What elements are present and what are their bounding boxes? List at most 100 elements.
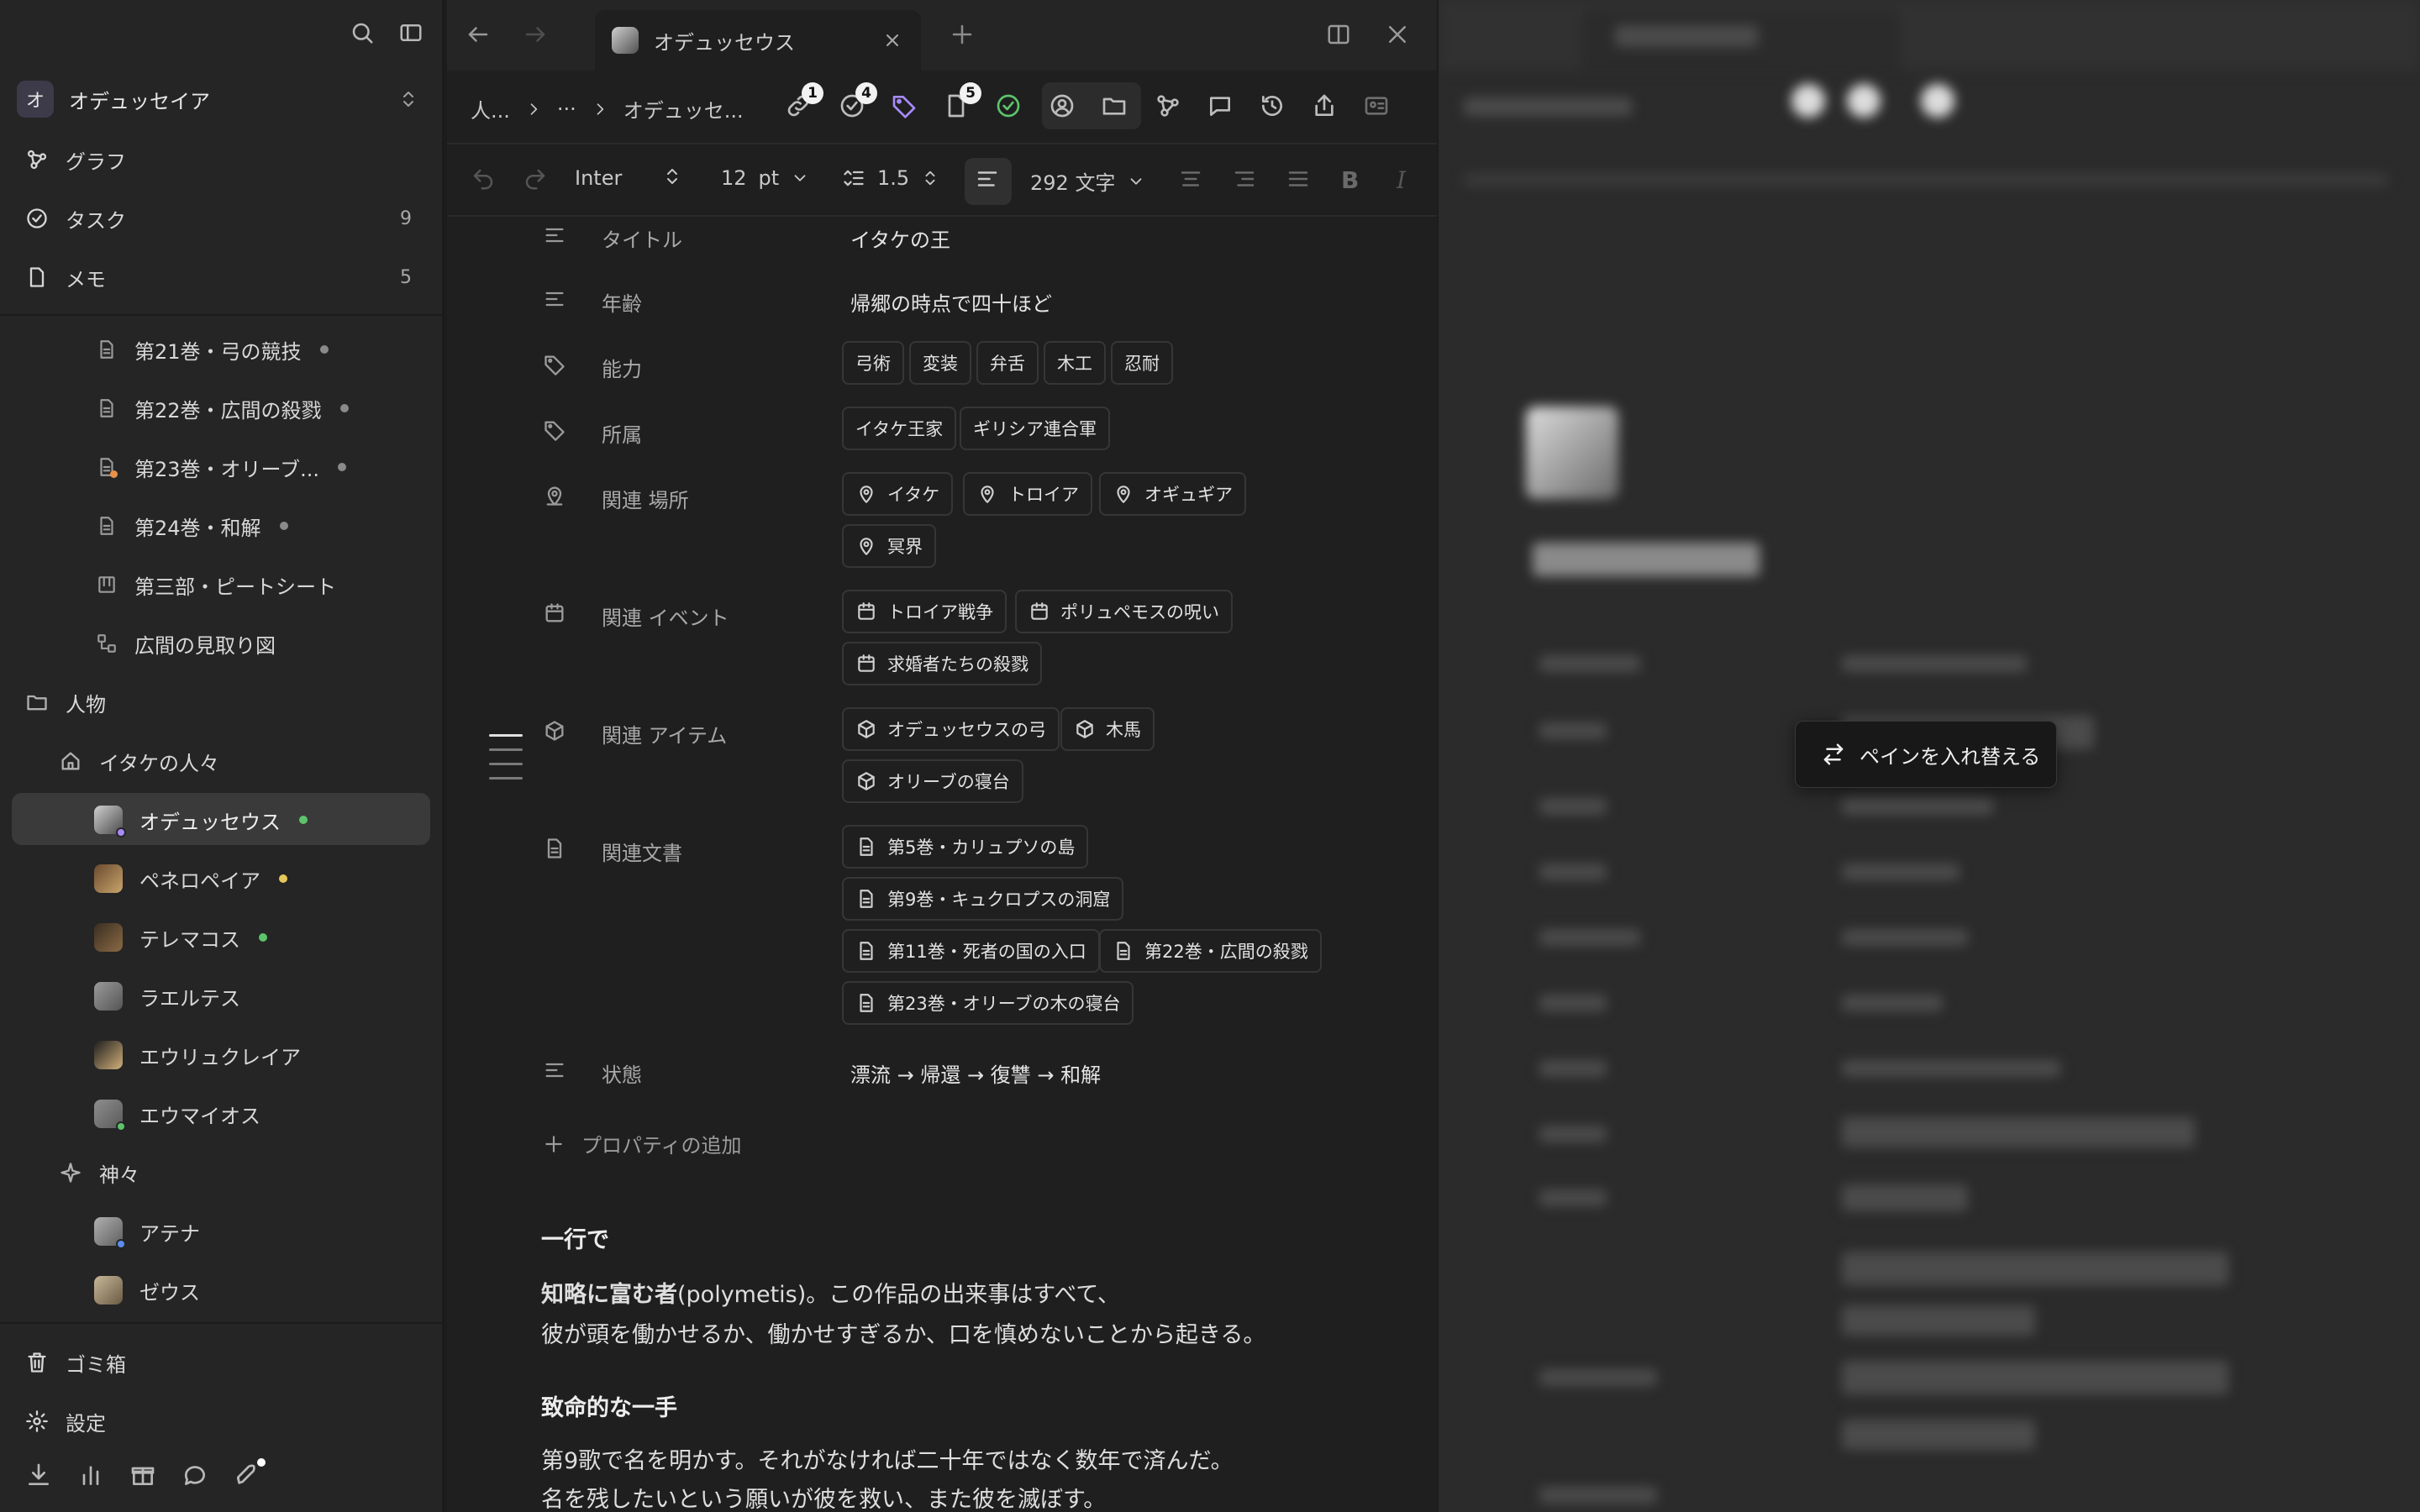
outline-indicator[interactable] bbox=[489, 734, 523, 791]
nav-graph[interactable]: グラフ bbox=[25, 143, 412, 176]
chip-label: オギュギア bbox=[1144, 485, 1233, 505]
tree-item-person[interactable]: テレマコス bbox=[94, 914, 267, 961]
line-height-select[interactable]: 1.5 bbox=[842, 166, 939, 190]
doc-chip[interactable]: 第5巻・カリュプソの島 bbox=[842, 825, 1089, 869]
link-icon[interactable]: 1 bbox=[785, 82, 823, 119]
property-value-status[interactable]: 漂流 → 帰還 → 復讐 → 和解 bbox=[850, 1058, 1101, 1088]
back-arrow-icon[interactable] bbox=[466, 22, 491, 47]
text-lines-icon bbox=[543, 1058, 566, 1082]
new-tab-icon[interactable] bbox=[950, 22, 975, 47]
tree-group-gods[interactable]: 神々 bbox=[59, 1149, 139, 1196]
font-size-select[interactable]: 12 pt bbox=[721, 166, 809, 190]
item-chip[interactable]: 木馬 bbox=[1060, 707, 1155, 751]
tree-item-person[interactable]: エウリュクレイア bbox=[94, 1032, 301, 1079]
breadcrumb-ellipsis[interactable]: ··· bbox=[557, 97, 576, 121]
doc-chip[interactable]: 第9巻・キュクロプスの洞窟 bbox=[842, 877, 1124, 921]
breadcrumb-current[interactable]: オデュッセ... bbox=[623, 94, 744, 123]
tab-odysseus[interactable]: オデュッセウス bbox=[595, 10, 921, 71]
tree-item-doc[interactable]: 第22巻・広間の殺戮 bbox=[96, 385, 349, 432]
swap-panes-button[interactable]: ペインを入れ替える bbox=[1795, 721, 2057, 788]
property-label: タイトル bbox=[602, 228, 682, 252]
place-chip[interactable]: 冥界 bbox=[842, 524, 936, 568]
doc-chip[interactable]: 第11巻・死者の国の入口 bbox=[842, 929, 1100, 973]
graph-icon[interactable] bbox=[1155, 92, 1181, 119]
align-left-icon[interactable] bbox=[975, 166, 1000, 192]
tag-icon[interactable] bbox=[891, 92, 918, 119]
property-value-title[interactable]: イタケの王 bbox=[850, 223, 950, 253]
font-size-unit: pt bbox=[758, 166, 780, 190]
event-chip[interactable]: トロイア戦争 bbox=[842, 590, 1007, 633]
person-circle-icon[interactable] bbox=[1049, 92, 1076, 119]
breadcrumb-root[interactable]: 人... bbox=[471, 94, 510, 123]
place-chip[interactable]: オギュギア bbox=[1099, 472, 1246, 516]
tasks-check-icon[interactable]: 4 bbox=[839, 82, 877, 119]
tree-item-person[interactable]: ゼウス bbox=[94, 1267, 200, 1314]
split-view-icon[interactable] bbox=[1326, 22, 1351, 47]
italic-icon[interactable]: I bbox=[1397, 166, 1406, 194]
tree-item-doc[interactable]: 第24巻・和解 bbox=[96, 502, 288, 549]
tree-group-ithaca[interactable]: イタケの人々 bbox=[59, 738, 219, 785]
folder-icon[interactable] bbox=[1101, 92, 1128, 119]
ability-chip[interactable]: 弁舌 bbox=[976, 341, 1039, 385]
item-chip[interactable]: オリーブの寝台 bbox=[842, 759, 1023, 803]
search-icon[interactable] bbox=[350, 20, 375, 45]
share-icon[interactable] bbox=[1311, 92, 1338, 119]
affiliation-chip[interactable]: イタケ王家 bbox=[842, 407, 957, 450]
breadcrumb: 人... ··· オデュッセ... bbox=[471, 94, 744, 123]
forward-arrow-icon[interactable] bbox=[523, 22, 548, 47]
tree-folder-people[interactable]: 人物 bbox=[25, 679, 106, 726]
place-chip[interactable]: トロイア bbox=[963, 472, 1092, 516]
tree-item-diagram[interactable]: 広間の見取り図 bbox=[96, 620, 276, 667]
item-chip[interactable]: オデュッセウスの弓 bbox=[842, 707, 1060, 751]
gift-icon[interactable] bbox=[129, 1462, 156, 1488]
rocket-icon[interactable] bbox=[234, 1458, 266, 1488]
nav-label: ゴミ箱 bbox=[66, 1352, 126, 1377]
undo-icon[interactable] bbox=[471, 166, 496, 192]
affiliation-chip[interactable]: ギリシア連合軍 bbox=[960, 407, 1110, 450]
tree-item-person[interactable]: ペネロペイア bbox=[94, 855, 287, 902]
status-check-icon[interactable] bbox=[995, 92, 1022, 119]
tree-item-doc[interactable]: 第21巻・弓の競技 bbox=[96, 326, 329, 373]
download-icon[interactable] bbox=[25, 1462, 52, 1488]
font-select[interactable]: Inter bbox=[575, 166, 622, 190]
tree-item-person[interactable]: エウマイオス bbox=[94, 1090, 260, 1137]
tree-item-person[interactable]: ラエルテス bbox=[94, 973, 240, 1020]
workspace-switcher[interactable]: オ オデュッセイア bbox=[17, 81, 418, 118]
chat-icon[interactable] bbox=[182, 1462, 208, 1488]
history-icon[interactable] bbox=[1259, 92, 1286, 119]
property-value-age[interactable]: 帰郷の時点で四十ほど bbox=[850, 287, 1052, 317]
id-card-icon[interactable] bbox=[1363, 92, 1390, 119]
nav-tasks[interactable]: タスク 9 bbox=[25, 202, 412, 235]
align-right-icon[interactable] bbox=[1232, 166, 1257, 192]
sidebar-toggle-icon[interactable] bbox=[398, 20, 424, 45]
place-chip[interactable]: イタケ bbox=[842, 472, 954, 516]
ability-chip[interactable]: 変装 bbox=[909, 341, 971, 385]
ability-chip[interactable]: 木工 bbox=[1044, 341, 1106, 385]
align-justify-icon[interactable] bbox=[1286, 166, 1311, 192]
event-chip[interactable]: 求婚者たちの殺戮 bbox=[842, 642, 1042, 685]
ability-chip[interactable]: 弓術 bbox=[842, 341, 904, 385]
nav-trash[interactable]: ゴミ箱 bbox=[25, 1346, 412, 1379]
tree-item-beatsheet[interactable]: 第三部・ピートシート bbox=[96, 561, 336, 608]
tree-item-doc[interactable]: 第23巻・オリーブ... bbox=[96, 444, 346, 491]
nav-settings[interactable]: 設定 bbox=[25, 1404, 412, 1438]
redo-icon[interactable] bbox=[523, 166, 548, 192]
add-property-button[interactable]: プロパティの追加 bbox=[543, 1129, 742, 1158]
property-label: 所属 bbox=[602, 423, 642, 447]
bold-icon[interactable]: B bbox=[1341, 166, 1359, 194]
notes-icon[interactable]: 5 bbox=[943, 82, 981, 119]
ability-chip[interactable]: 忍耐 bbox=[1111, 341, 1173, 385]
word-count-select[interactable]: 292 文字 bbox=[1030, 166, 1145, 196]
comment-icon[interactable] bbox=[1207, 92, 1234, 119]
event-chip[interactable]: ポリュペモスの呪い bbox=[1015, 590, 1233, 633]
tree-item-person[interactable]: オデュッセウス bbox=[94, 796, 308, 843]
doc-chip[interactable]: 第23巻・オリーブの木の寝台 bbox=[842, 981, 1134, 1025]
align-center-icon[interactable] bbox=[1178, 166, 1203, 192]
close-icon[interactable] bbox=[882, 30, 902, 50]
doc-chip[interactable]: 第22巻・広間の殺戮 bbox=[1099, 929, 1322, 973]
tree-item-person[interactable]: アテナ bbox=[94, 1208, 200, 1255]
close-pane-icon[interactable] bbox=[1385, 22, 1410, 47]
nav-notes[interactable]: メモ 5 bbox=[25, 260, 412, 294]
stats-icon[interactable] bbox=[77, 1462, 104, 1488]
nav-label: 設定 bbox=[66, 1411, 106, 1436]
